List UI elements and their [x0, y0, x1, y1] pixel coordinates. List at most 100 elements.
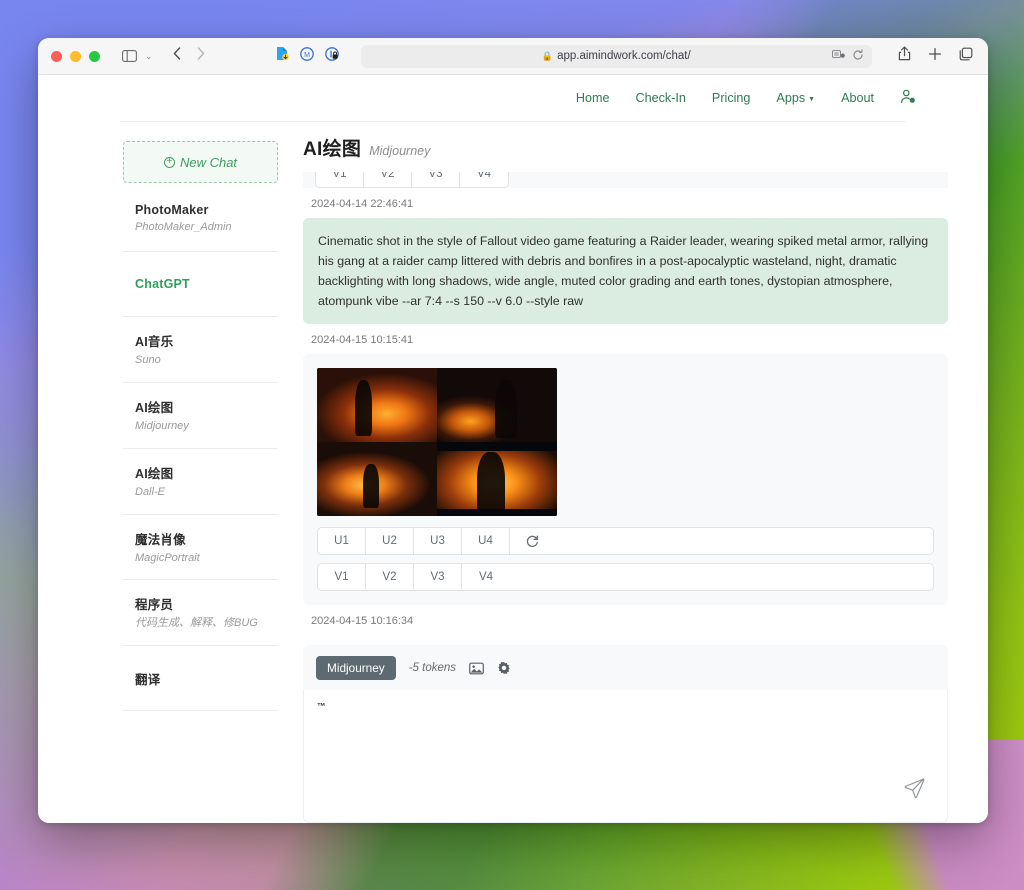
- grid-cell-3: [317, 442, 437, 517]
- zoom-button[interactable]: [89, 50, 100, 62]
- browser-toolbar: ⌄ M 🔒 app.aimindwork.com/chat/: [38, 38, 988, 75]
- variation-buttons-clipped[interactable]: V1 V2 V3 V4: [315, 172, 509, 188]
- back-arrow-icon[interactable]: [173, 47, 181, 65]
- reload-icon[interactable]: [852, 48, 864, 64]
- sidebar-item-magicportrait[interactable]: 魔法肖像 MagicPortrait: [123, 515, 278, 581]
- page-subtitle: Midjourney: [369, 144, 431, 158]
- sidebar-item-sub: PhotoMaker_Admin: [135, 221, 232, 234]
- button-v1[interactable]: V1: [316, 172, 364, 187]
- nav-item-about[interactable]: About: [841, 91, 874, 105]
- new-chat-button[interactable]: + New Chat: [123, 141, 278, 183]
- sidebar-item-programmer[interactable]: 程序员 代码生成、解释、修BUG: [123, 580, 278, 647]
- plus-circle-icon: +: [163, 156, 175, 168]
- image-upload-icon[interactable]: [469, 662, 484, 675]
- reader-view-icon[interactable]: [832, 49, 845, 63]
- close-button[interactable]: [51, 50, 62, 62]
- message-composer: Midjourney -5 tokens ™: [303, 645, 948, 823]
- button-u1[interactable]: U1: [318, 528, 366, 555]
- chevron-down-icon: ▼: [808, 96, 816, 103]
- send-paper-plane-icon[interactable]: [903, 777, 925, 804]
- button-v1[interactable]: V1: [318, 564, 366, 591]
- chevron-down-icon[interactable]: ⌄: [145, 51, 153, 62]
- site-navigation: Home Check-In Pricing Apps ▼ About: [38, 75, 988, 121]
- sidebar-item-ai-music[interactable]: AI音乐 Suno: [123, 317, 278, 383]
- token-cost-label: -5 tokens: [408, 662, 457, 674]
- refresh-icon[interactable]: [510, 528, 554, 555]
- web-page: Home Check-In Pricing Apps ▼ About + New …: [38, 75, 988, 823]
- button-v4[interactable]: V4: [462, 564, 510, 591]
- grid-cell-1: [317, 368, 437, 443]
- sidebar-item-sub: Dall-E: [135, 485, 165, 498]
- sidebar-item-title: 程序员: [135, 598, 174, 613]
- sidebar-item-title: ChatGPT: [135, 277, 190, 291]
- sidebar-item-photomaker[interactable]: PhotoMaker PhotoMaker_Admin: [123, 187, 278, 252]
- sidebar-item-title: 翻译: [135, 672, 161, 687]
- button-v3[interactable]: V3: [412, 172, 460, 187]
- chat-panel: AI绘图 Midjourney V1 V2 V3 V4 2024-04-14 2…: [303, 134, 948, 823]
- midjourney-action-buttons: U1 U2 U3 U4 V1 V2 V3 V4: [317, 527, 934, 592]
- lock-icon: 🔒: [541, 50, 554, 61]
- message-timestamp: 2024-04-15 10:16:34: [311, 615, 414, 628]
- nav-item-checkin[interactable]: Check-In: [636, 91, 686, 105]
- extension-m-icon[interactable]: M: [299, 46, 314, 66]
- new-chat-label: New Chat: [179, 154, 238, 170]
- model-selector-pill[interactable]: Midjourney: [316, 656, 396, 680]
- message-timestamp: 2024-04-15 10:15:41: [311, 334, 414, 347]
- browser-window: ⌄ M 🔒 app.aimindwork.com/chat/ Home Chec…: [38, 38, 988, 823]
- nav-item-apps[interactable]: Apps ▼: [776, 91, 815, 105]
- chat-sidebar: + New Chat PhotoMaker PhotoMaker_Admin C…: [123, 134, 278, 823]
- upscale-button-row[interactable]: U1 U2 U3 U4: [317, 527, 934, 556]
- user-prompt-message: Cinematic shot in the style of Fallout v…: [303, 218, 948, 325]
- nav-item-pricing[interactable]: Pricing: [712, 91, 751, 105]
- url-text: app.aimindwork.com/chat/: [557, 50, 691, 62]
- sidebar-item-title: 魔法肖像: [135, 532, 186, 547]
- variation-button-row[interactable]: V1 V2 V3 V4: [317, 563, 934, 592]
- sidebar-toggle-icon[interactable]: [122, 50, 137, 62]
- generated-image-grid[interactable]: [317, 368, 557, 517]
- button-v2[interactable]: V2: [366, 564, 414, 591]
- message-input-value: ™: [317, 701, 326, 711]
- page-title: AI绘图: [303, 139, 362, 160]
- sidebar-item-translate[interactable]: 翻译: [123, 646, 278, 712]
- extension-privacy-icon[interactable]: [324, 46, 339, 66]
- button-v4[interactable]: V4: [460, 172, 508, 187]
- address-bar[interactable]: 🔒 app.aimindwork.com/chat/: [360, 44, 872, 68]
- minimize-button[interactable]: [70, 50, 81, 62]
- extension-download-icon[interactable]: [275, 46, 289, 66]
- button-u2[interactable]: U2: [366, 528, 414, 555]
- sidebar-item-sub: MagicPortrait: [135, 551, 200, 564]
- sidebar-item-sub: Suno: [135, 354, 161, 366]
- share-icon[interactable]: [898, 46, 911, 66]
- clipped-button-row: V1 V2 V3 V4: [303, 172, 948, 188]
- grid-cell-4: [437, 442, 557, 517]
- sidebar-item-sub: Midjourney: [135, 419, 189, 432]
- button-v2[interactable]: V2: [364, 172, 412, 187]
- chat-scroll-area[interactable]: V1 V2 V3 V4 2024-04-14 22:46:41 Cinemati…: [303, 172, 948, 639]
- message-timestamp: 2024-04-14 22:46:41: [311, 198, 414, 210]
- tab-overview-icon[interactable]: [959, 47, 973, 66]
- sidebar-item-title: PhotoMaker: [135, 203, 209, 218]
- svg-text:M: M: [304, 52, 310, 59]
- message-input[interactable]: ™: [303, 690, 948, 823]
- grid-cell-2: [437, 368, 557, 443]
- sidebar-item-midjourney[interactable]: AI绘图 Midjourney: [123, 383, 278, 449]
- gear-icon[interactable]: [497, 661, 511, 675]
- nav-item-home[interactable]: Home: [576, 91, 610, 105]
- user-account-icon[interactable]: [900, 89, 916, 107]
- sidebar-item-title: AI绘图: [135, 466, 174, 481]
- sidebar-item-chatgpt[interactable]: ChatGPT: [123, 252, 278, 317]
- sidebar-item-title: AI音乐: [135, 335, 174, 349]
- sidebar-item-dalle[interactable]: AI绘图 Dall-E: [123, 449, 278, 515]
- sidebar-item-title: AI绘图: [135, 400, 174, 415]
- new-tab-icon[interactable]: [928, 47, 942, 66]
- window-traffic-lights[interactable]: [51, 50, 100, 62]
- nav-item-apps-label: Apps: [776, 91, 806, 105]
- assistant-image-message: U1 U2 U3 U4 V1 V2 V3 V4: [303, 354, 948, 606]
- sidebar-item-sub: 代码生成、解释、修BUG: [135, 617, 258, 630]
- button-u4[interactable]: U4: [462, 528, 510, 555]
- composer-toolbar: Midjourney -5 tokens: [303, 645, 948, 690]
- button-v3[interactable]: V3: [414, 564, 462, 591]
- chat-header: AI绘图 Midjourney: [303, 134, 948, 172]
- forward-arrow-icon[interactable]: [197, 47, 205, 65]
- button-u3[interactable]: U3: [414, 528, 462, 555]
